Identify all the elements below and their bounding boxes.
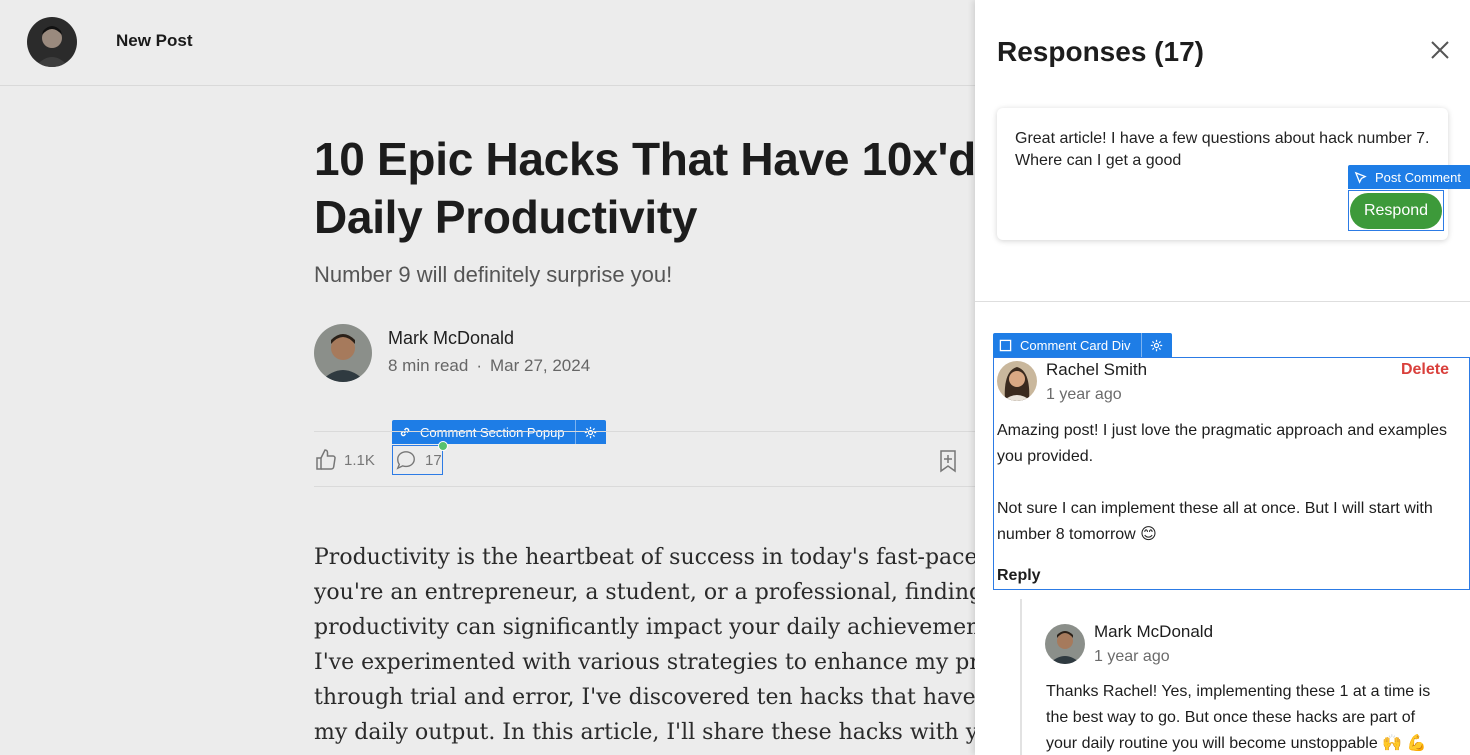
reply-time: 1 year ago bbox=[1094, 648, 1170, 665]
author-name[interactable]: Mark McDonald bbox=[388, 328, 514, 349]
body-line: I've experimented with various strategie… bbox=[314, 650, 975, 675]
reply-body: Thanks Rachel! Yes, implementing these 1… bbox=[1046, 683, 1431, 752]
body-line: through trial and error, I've discovered… bbox=[314, 685, 975, 710]
comment-body: Amazing post! I just love the pragmatic … bbox=[997, 418, 1462, 548]
commenter-avatar[interactable] bbox=[997, 361, 1037, 401]
publish-date: Mar 27, 2024 bbox=[490, 356, 591, 375]
responses-title: Responses (17) bbox=[997, 36, 1204, 67]
article: 10 Epic Hacks That Have 10x'd My Daily P… bbox=[314, 130, 975, 755]
article-subtitle: Number 9 will definitely surprise you! bbox=[314, 262, 673, 287]
article-title: 10 Epic Hacks That Have 10x'd My Daily P… bbox=[314, 130, 975, 246]
bookmark-add-icon bbox=[940, 450, 956, 473]
comment-bubble-icon bbox=[396, 451, 415, 470]
article-body: Productivity is the heartbeat of success… bbox=[314, 540, 975, 750]
new-post-link[interactable]: New Post bbox=[116, 31, 193, 51]
user-avatar[interactable] bbox=[27, 17, 77, 67]
author-meta: 8 min read · Mar 27, 2024 bbox=[388, 356, 590, 376]
comments-button[interactable]: 17 bbox=[392, 441, 448, 475]
body-line: you're an entrepreneur, a student, or a … bbox=[314, 580, 975, 605]
article-actions-bar: 1.1K 17 bbox=[314, 431, 975, 487]
reply-author-avatar[interactable] bbox=[1045, 624, 1085, 664]
body-line: Productivity is the heartbeat of success… bbox=[314, 545, 975, 570]
body-line: productivity can significantly impact yo… bbox=[314, 615, 975, 640]
article-title-line-1: 10 Epic Hacks That Have 10x'd My bbox=[314, 133, 975, 185]
body-line: my daily output. In this article, I'll s… bbox=[314, 720, 975, 745]
comment-card-text: Comment Card Div bbox=[1020, 337, 1131, 353]
reply-author-name[interactable]: Mark McDonald bbox=[1094, 622, 1213, 642]
post-comment-tag[interactable]: Post Comment bbox=[1348, 165, 1470, 189]
top-bar: New Post bbox=[0, 0, 975, 86]
comment-time: 1 year ago bbox=[1046, 386, 1122, 403]
close-icon[interactable] bbox=[1430, 40, 1450, 60]
responses-panel: Responses (17) Great article! I have a f… bbox=[975, 0, 1470, 755]
reply-button[interactable]: Reply bbox=[997, 567, 1041, 585]
square-icon bbox=[999, 339, 1012, 351]
clap-button[interactable]: 1.1K bbox=[314, 448, 375, 472]
comment-card-label: Comment Card Div bbox=[993, 333, 1141, 357]
author-row: Mark McDonald 8 min read · Mar 27, 2024 bbox=[314, 324, 914, 384]
respond-button[interactable]: Respond bbox=[1350, 193, 1442, 229]
comment-card: Rachel Smith 1 year ago Delete Amazing p… bbox=[993, 357, 1470, 590]
delete-button[interactable]: Delete bbox=[1401, 361, 1449, 379]
comment-paragraph: Not sure I can implement these all at on… bbox=[997, 500, 1433, 543]
comment-paragraph: Amazing post! I just love the pragmatic … bbox=[997, 422, 1448, 465]
status-dot bbox=[438, 441, 448, 451]
clap-count: 1.1K bbox=[344, 451, 375, 469]
commenter-name[interactable]: Rachel Smith bbox=[1046, 360, 1147, 380]
read-time: 8 min read bbox=[388, 356, 469, 375]
article-title-line-2: Daily Productivity bbox=[314, 191, 698, 243]
comment-card-tag[interactable]: Comment Card Div bbox=[993, 333, 1172, 357]
divider bbox=[975, 301, 1470, 302]
settings-gear-icon[interactable] bbox=[1140, 333, 1172, 357]
post-comment-text: Post Comment bbox=[1375, 169, 1461, 185]
comment-composer: Great article! I have a few questions ab… bbox=[997, 108, 1470, 240]
reply-thread: Mark McDonald 1 year ago Thanks Rachel! … bbox=[1020, 599, 1470, 755]
comments-count: 17 bbox=[425, 451, 442, 469]
bookmark-button[interactable] bbox=[937, 449, 959, 478]
respond-wrapper: Respond bbox=[1348, 190, 1444, 231]
author-avatar[interactable] bbox=[314, 324, 372, 382]
cursor-icon bbox=[1354, 171, 1367, 184]
thumbs-up-icon bbox=[316, 449, 336, 470]
post-comment-label: Post Comment bbox=[1348, 165, 1470, 189]
meta-separator: · bbox=[476, 356, 482, 375]
